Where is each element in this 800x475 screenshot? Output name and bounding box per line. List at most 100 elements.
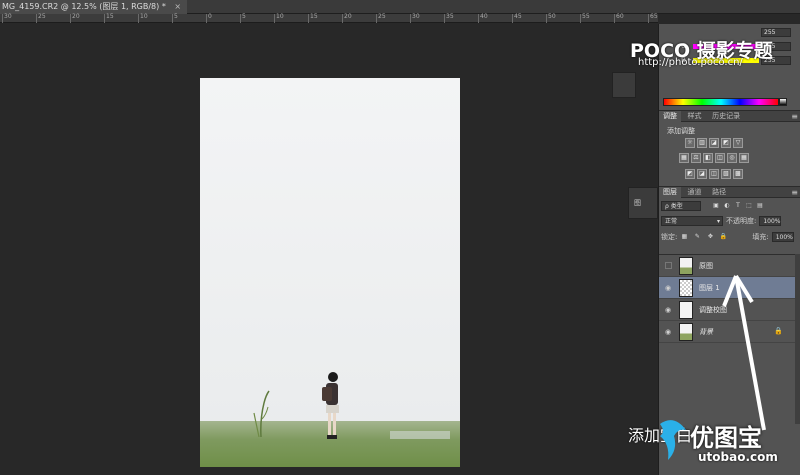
lock-option-icon[interactable]: ✎ xyxy=(693,233,701,241)
adjustment-icon[interactable]: ◩ xyxy=(685,169,695,179)
utobao-logo-text: 优图宝 xyxy=(690,424,762,452)
adjustment-icon[interactable]: ▩ xyxy=(733,169,743,179)
adjustment-icon[interactable]: ▧ xyxy=(721,169,731,179)
document-tab-title: MG_4159.CR2 @ 12.5% (图层 1, RGB/8) * xyxy=(2,2,166,11)
tab-channels[interactable]: 通道 xyxy=(684,187,706,198)
layer-filter-select[interactable]: ρ 类型 xyxy=(661,200,701,211)
tab-styles[interactable]: 样式 xyxy=(684,111,706,122)
adjustment-icon[interactable]: ☼ xyxy=(685,138,695,148)
layer-filter-bar: ρ 类型 ▣ ◐ T ⬚ ▤ xyxy=(661,200,764,211)
document-tab-bar: MG_4159.CR2 @ 12.5% (图层 1, RGB/8) * × xyxy=(0,0,800,14)
chevron-down-icon: ▾ xyxy=(716,217,720,225)
visibility-toggle[interactable] xyxy=(665,262,672,269)
ruler-number: 40 xyxy=(480,13,488,20)
ruler-number: 25 xyxy=(378,13,386,20)
ruler-number: 5 xyxy=(242,13,246,20)
ruler-tick xyxy=(342,14,343,23)
tab-adjustments[interactable]: 调整 xyxy=(659,111,681,122)
ruler-tick xyxy=(410,14,411,23)
ruler-number: 0 xyxy=(208,13,212,20)
adjustment-icon[interactable]: ◪ xyxy=(697,169,707,179)
blend-opacity-row: 正常 ▾ 不透明度: 100% xyxy=(661,215,782,226)
adjustment-icon[interactable]: ▥ xyxy=(697,138,707,148)
opacity-label: 不透明度: xyxy=(726,216,757,225)
lock-fill-row: 锁定: ▦ ✎ ✥ 🔒 填充: 100% xyxy=(661,231,794,242)
ruler-tick xyxy=(36,14,37,23)
ruler-tick xyxy=(444,14,445,23)
lock-option-icon[interactable]: 🔒 xyxy=(719,233,727,241)
ruler-number: 30 xyxy=(412,13,420,20)
adjustment-icon[interactable]: ◧ xyxy=(703,153,713,163)
ruler-number: 60 xyxy=(616,13,624,20)
adjustment-icon[interactable]: ◎ xyxy=(727,153,737,163)
ruler-tick xyxy=(308,14,309,23)
photo-canvas[interactable] xyxy=(200,78,460,467)
adjustment-icon[interactable]: ◩ xyxy=(721,138,731,148)
layer-filter-icon[interactable]: ⬚ xyxy=(745,202,753,210)
layer-filter-icon[interactable]: T xyxy=(734,202,742,210)
blend-mode-value: 正常 xyxy=(665,217,678,225)
layer-filter-kind: 类型 xyxy=(670,202,683,210)
photoshop-window: MG_4159.CR2 @ 12.5% (图层 1, RGB/8) * × 30… xyxy=(0,0,800,475)
ruler-number: 20 xyxy=(344,13,352,20)
fill-input[interactable]: 100% xyxy=(771,231,794,242)
tab-paths[interactable]: 路径 xyxy=(708,187,730,198)
document-tab[interactable]: MG_4159.CR2 @ 12.5% (图层 1, RGB/8) * × xyxy=(0,0,188,14)
layer-thumbnail[interactable] xyxy=(679,323,693,341)
adjustment-icon[interactable]: ⚖ xyxy=(691,153,701,163)
canvas-area[interactable]: 图 xyxy=(0,24,658,475)
panel-menu-icon[interactable]: ≡ xyxy=(791,187,798,198)
ruler-tick xyxy=(172,14,173,23)
blend-mode-select[interactable]: 正常 ▾ xyxy=(661,215,723,226)
layer-filter-icon[interactable]: ▣ xyxy=(712,202,720,210)
poco-watermark-url: http://photo.poco.cn/ xyxy=(638,57,743,68)
adjustment-icon[interactable]: ◪ xyxy=(709,138,719,148)
ruler-number: 30 xyxy=(4,13,12,20)
horizontal-ruler: 30 25 20 15 10 5 0 5 10 15 20 25 30 35 40 45 50 55 60 65 xyxy=(0,13,658,23)
adjustment-icon[interactable]: ▦ xyxy=(739,153,749,163)
layer-filter-icon[interactable]: ◐ xyxy=(723,202,731,210)
eye-icon[interactable]: ◉ xyxy=(665,284,673,292)
layer-filter-icon[interactable]: ▤ xyxy=(756,202,764,210)
adjustment-icon[interactable]: ▦ xyxy=(679,153,689,163)
ruler-tick xyxy=(546,14,547,23)
collapsed-tool-strip[interactable] xyxy=(612,72,636,98)
eye-icon[interactable]: ◉ xyxy=(665,306,673,314)
opacity-input[interactable]: 100% xyxy=(759,215,782,226)
adjustment-icon[interactable]: ▽ xyxy=(733,138,743,148)
ruler-number: 45 xyxy=(514,13,522,20)
tab-layers[interactable]: 图层 xyxy=(659,187,681,198)
close-icon[interactable]: × xyxy=(174,2,181,11)
layer-thumbnail[interactable] xyxy=(679,257,693,275)
utobao-bird-logo-icon xyxy=(660,420,686,460)
ruler-tick xyxy=(138,14,139,23)
ruler-number: 65 xyxy=(650,13,658,20)
photo-girl xyxy=(322,372,339,439)
ruler-number: 50 xyxy=(548,13,556,20)
photo-water xyxy=(390,431,450,439)
lock-option-icon[interactable]: ▦ xyxy=(680,233,688,241)
ruler-tick xyxy=(614,14,615,23)
adjustment-icon[interactable]: ◫ xyxy=(709,169,719,179)
color-spectrum[interactable] xyxy=(663,98,779,106)
adjustment-icons-row-2: ▦ ⚖ ◧ ◫ ◎ ▦ xyxy=(679,153,749,163)
lock-option-icon[interactable]: ✥ xyxy=(706,233,714,241)
ruler-tick xyxy=(104,14,105,23)
fill-label: 填充: xyxy=(752,232,769,241)
color-black-white[interactable] xyxy=(779,98,787,106)
layer-thumbnail[interactable] xyxy=(679,301,693,319)
adjustment-icons-row-3: ◩ ◪ ◫ ▧ ▩ xyxy=(685,169,743,179)
collapsed-panel-strip[interactable]: 图 xyxy=(628,187,658,219)
layer-filter-icons: ▣ ◐ T ⬚ ▤ xyxy=(712,202,764,210)
tab-history[interactable]: 历史记录 xyxy=(708,111,744,122)
eye-icon[interactable]: ◉ xyxy=(665,328,673,336)
annotation-arrow xyxy=(722,274,766,431)
ruler-tick xyxy=(206,14,207,23)
ruler-number: 15 xyxy=(106,13,114,20)
layers-panel-tabs: 图层 通道 路径 ≡ xyxy=(659,187,800,198)
adjustment-icon[interactable]: ◫ xyxy=(715,153,725,163)
ruler-tick xyxy=(580,14,581,23)
adjustments-panel-tabs: 调整 样式 历史记录 ≡ xyxy=(659,111,800,122)
layer-thumbnail[interactable] xyxy=(679,279,693,297)
panel-menu-icon[interactable]: ≡ xyxy=(791,111,798,122)
